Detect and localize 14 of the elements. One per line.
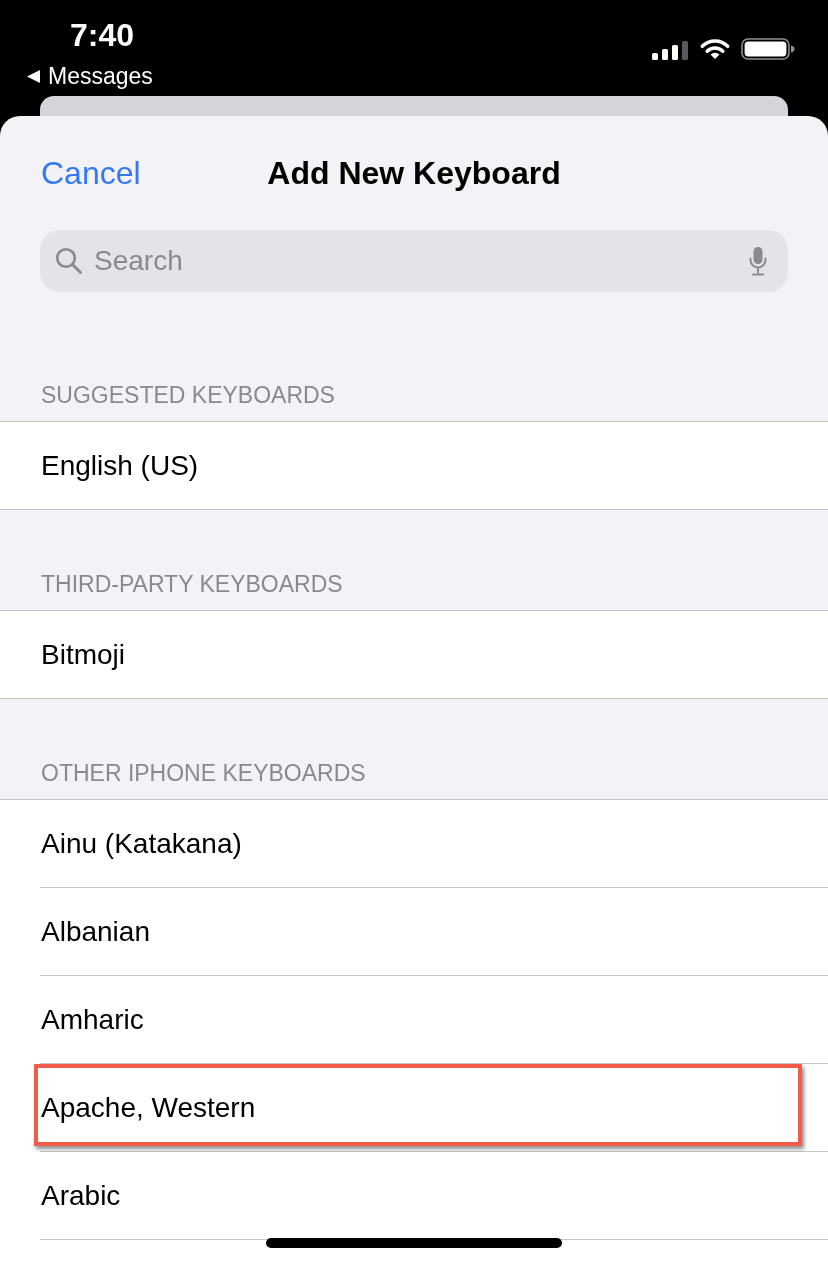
search-icon xyxy=(55,247,82,274)
wifi-icon xyxy=(699,39,731,60)
clock-time: 7:40 xyxy=(69,16,136,54)
back-link[interactable]: Messages xyxy=(27,62,153,90)
battery-icon xyxy=(741,38,795,60)
sheet-title: Add New Keyboard xyxy=(267,154,561,193)
section-header: SUGGESTED KEYBOARDS xyxy=(40,381,336,410)
microphone-icon xyxy=(748,246,768,276)
section-header: THIRD-PARTY KEYBOARDS xyxy=(40,570,344,599)
back-icon xyxy=(27,69,40,83)
cancel-button[interactable]: Cancel xyxy=(41,153,141,193)
search-field[interactable]: Search xyxy=(40,230,788,292)
section-header: OTHER IPHONE KEYBOARDS xyxy=(40,759,367,788)
signal-icon xyxy=(652,41,689,60)
